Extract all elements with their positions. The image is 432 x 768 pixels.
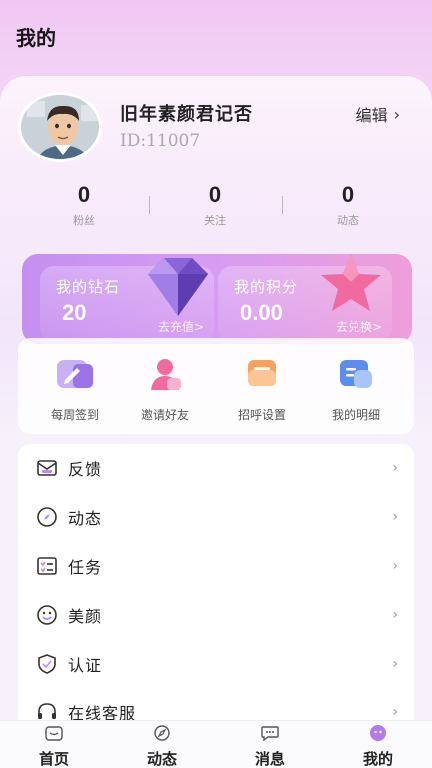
menu-item-beauty[interactable]: 美颜 › <box>18 591 414 639</box>
pencil-icon <box>55 356 95 392</box>
edit-profile-button[interactable]: 编辑 › <box>356 102 400 126</box>
chevron-right-icon: › <box>392 558 398 574</box>
page-title: 我的 <box>16 26 56 50</box>
points-title: 我的积分 <box>234 278 299 296</box>
menu-item-feedback[interactable]: 反馈 › <box>18 444 414 492</box>
stat-value: 0 <box>341 182 355 207</box>
chevron-right-icon: › <box>392 656 398 672</box>
diamond-value: 20 <box>62 300 87 325</box>
diamond-card[interactable]: 我的钻石 20 去充值> <box>40 258 214 342</box>
stat-following[interactable]: 0 关注 <box>175 182 255 228</box>
recharge-link[interactable]: 去充值> <box>158 318 204 335</box>
shield-check-icon <box>38 654 56 674</box>
menu-label: 美颜 <box>68 607 103 626</box>
tab-profile[interactable]: 我的 <box>348 724 408 768</box>
stats-row: 0 粉丝 0 关注 0 动态 <box>0 182 432 232</box>
stat-label: 粉丝 <box>73 214 95 227</box>
stat-label: 关注 <box>204 214 226 227</box>
user-id: ID:11007 <box>120 131 201 151</box>
checklist-icon <box>37 557 57 575</box>
star-icon <box>321 254 381 311</box>
action-label: 我的明细 <box>331 408 380 422</box>
menu-item-feed[interactable]: 动态 › <box>18 493 414 541</box>
chevron-right-icon: › <box>393 104 400 124</box>
diamond-icon <box>148 258 208 316</box>
menu-label: 任务 <box>68 558 103 577</box>
action-my-details[interactable]: 我的明细 <box>311 356 401 423</box>
points-value: 0.00 <box>240 300 283 325</box>
diamond-title: 我的钻石 <box>56 278 121 296</box>
action-label: 邀请好友 <box>140 408 189 422</box>
tab-feed[interactable]: 动态 <box>132 724 192 768</box>
message-icon <box>242 356 282 392</box>
menu-label: 认证 <box>68 656 103 675</box>
exchange-link[interactable]: 去兑换> <box>336 318 382 335</box>
action-label: 招呼设置 <box>237 408 286 422</box>
tab-home[interactable]: 首页 <box>24 724 84 768</box>
profile-icon <box>370 725 386 741</box>
stat-posts[interactable]: 0 动态 <box>308 182 388 228</box>
mail-icon <box>37 460 57 476</box>
edit-label: 编辑 <box>355 106 388 125</box>
action-label: 每周签到 <box>50 408 99 422</box>
avatar[interactable] <box>18 92 102 162</box>
tab-label: 首页 <box>38 750 69 768</box>
chevron-right-icon: › <box>392 704 398 720</box>
action-invite-friends[interactable]: 邀请好友 <box>120 356 210 423</box>
chevron-right-icon: › <box>392 509 398 525</box>
stat-value: 0 <box>77 182 91 207</box>
menu-label: 反馈 <box>68 460 103 479</box>
stat-value: 0 <box>208 182 222 207</box>
chevron-right-icon: › <box>392 460 398 476</box>
chat-icon <box>261 726 279 742</box>
action-greeting-settings[interactable]: 招呼设置 <box>217 356 307 423</box>
menu-label: 动态 <box>68 509 103 528</box>
tab-label: 消息 <box>254 750 285 768</box>
list-icon <box>336 356 376 392</box>
tab-label: 动态 <box>146 750 177 768</box>
menu-item-tasks[interactable]: 任务 › <box>18 542 414 590</box>
smile-icon <box>37 605 57 625</box>
home-icon <box>45 726 63 741</box>
action-weekly-checkin[interactable]: 每周签到 <box>30 356 120 423</box>
tab-messages[interactable]: 消息 <box>240 724 300 768</box>
stat-fans[interactable]: 0 粉丝 <box>44 182 124 228</box>
divider <box>149 196 150 214</box>
tab-label: 我的 <box>362 750 393 768</box>
feed-icon <box>154 725 170 741</box>
points-card[interactable]: 我的积分 0.00 去兑换> <box>218 254 392 342</box>
username: 旧年素颜君记否 <box>120 104 253 125</box>
menu-item-verification[interactable]: 认证 › <box>18 640 414 688</box>
divider <box>282 196 283 214</box>
chevron-right-icon: › <box>392 607 398 623</box>
compass-icon <box>37 507 57 527</box>
stat-label: 动态 <box>337 214 359 227</box>
user-add-icon <box>145 356 185 392</box>
